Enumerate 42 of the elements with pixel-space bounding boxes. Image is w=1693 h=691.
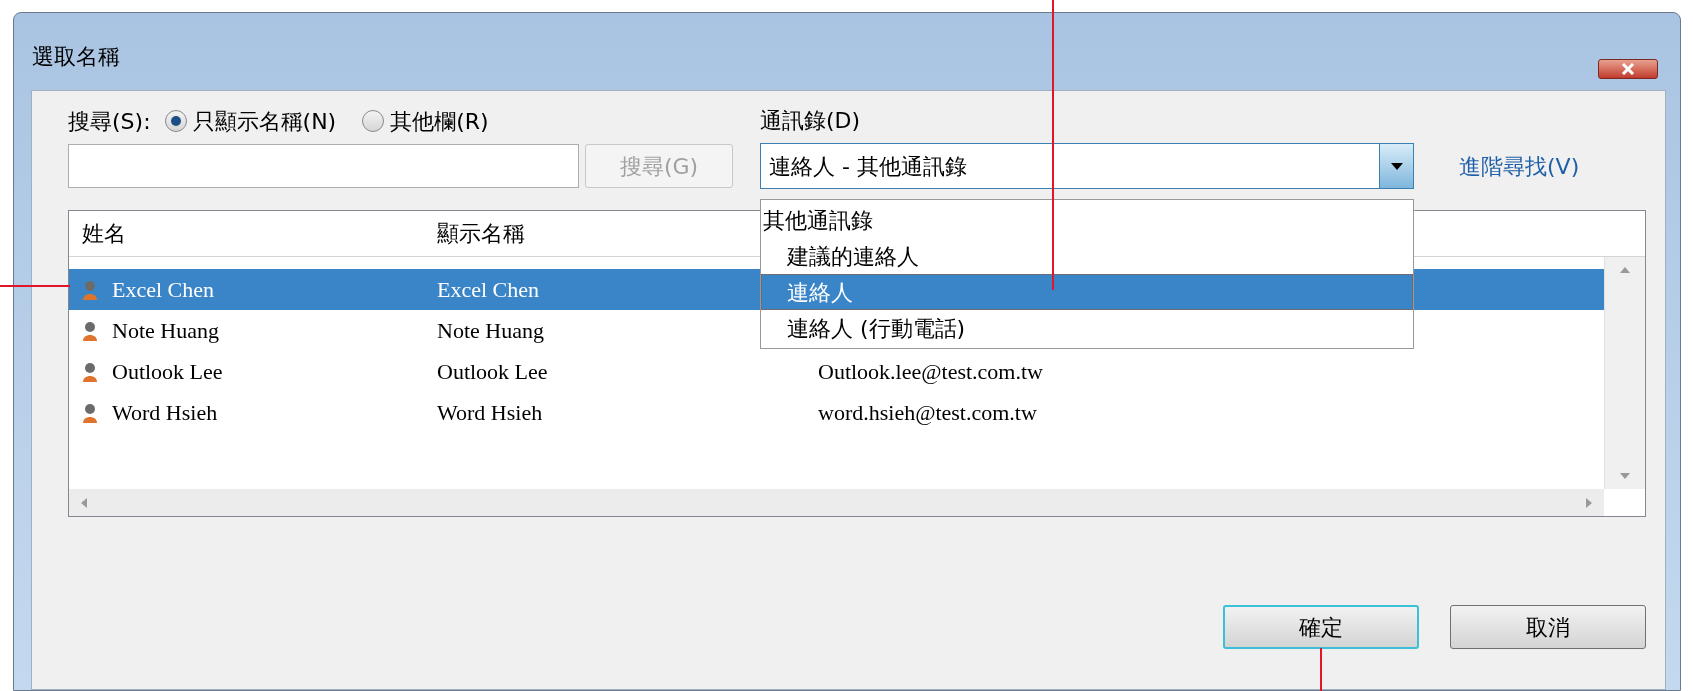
table-cell: Word Hsieh [112, 400, 218, 425]
table-cell: Excel Chen [112, 277, 215, 302]
table-cell: Outlook.lee@test.com.tw [818, 359, 1043, 384]
radio-label: 只顯示名稱(N) [192, 107, 337, 136]
person-icon [82, 401, 98, 424]
scroll-up-icon [1620, 267, 1630, 273]
table-cell: Excel Chen [437, 277, 540, 302]
column-header[interactable]: 姓名 [69, 217, 437, 250]
address-book-combo[interactable]: 連絡人 - 其他通訊錄 [760, 143, 1414, 189]
window-title: 選取名稱 [32, 43, 120, 71]
search-field[interactable] [68, 144, 579, 188]
scroll-down-icon [1620, 473, 1630, 479]
leader-line [0, 285, 70, 287]
table-cell: Note Huang [437, 318, 544, 343]
advanced-find-link[interactable]: 進階尋找(V) [1459, 149, 1580, 183]
person-icon [82, 278, 98, 301]
dropdown-item[interactable]: 其他通訊錄 [761, 202, 1413, 238]
close-icon [1621, 63, 1635, 75]
close-button[interactable] [1598, 59, 1658, 79]
table-cell: Outlook Lee [437, 359, 548, 384]
radio-button[interactable] [164, 110, 187, 132]
dropdown-item[interactable]: 連絡人 (行動電話) [761, 310, 1413, 346]
scroll-left-icon [81, 497, 87, 508]
caret-icon [1390, 162, 1403, 170]
horizontal-scrollbar[interactable] [69, 489, 1604, 516]
radio-label: 其他欄(R) [390, 107, 489, 136]
search-label: 搜尋(S): [68, 107, 151, 136]
dropdown-item[interactable]: 連絡人 [761, 274, 1413, 310]
table-cell: Note Huang [112, 318, 219, 343]
vertical-scrollbar[interactable] [1604, 257, 1645, 489]
person-icon [82, 360, 98, 383]
dropdown-button[interactable] [1379, 144, 1413, 188]
dialog-button[interactable]: 確定 [1223, 605, 1419, 649]
person-icon [82, 319, 98, 342]
table-cell: Word Hsieh [437, 400, 543, 425]
address-book-label: 通訊錄(D) [760, 107, 861, 135]
leader-line [1320, 648, 1322, 691]
table-cell: Outlook Lee [112, 359, 223, 384]
table-cell: word.hsieh@test.com.tw [818, 400, 1037, 425]
dialog-button[interactable]: 取消 [1450, 605, 1646, 649]
scroll-right-icon [1586, 497, 1592, 508]
radio-button[interactable] [362, 110, 385, 132]
